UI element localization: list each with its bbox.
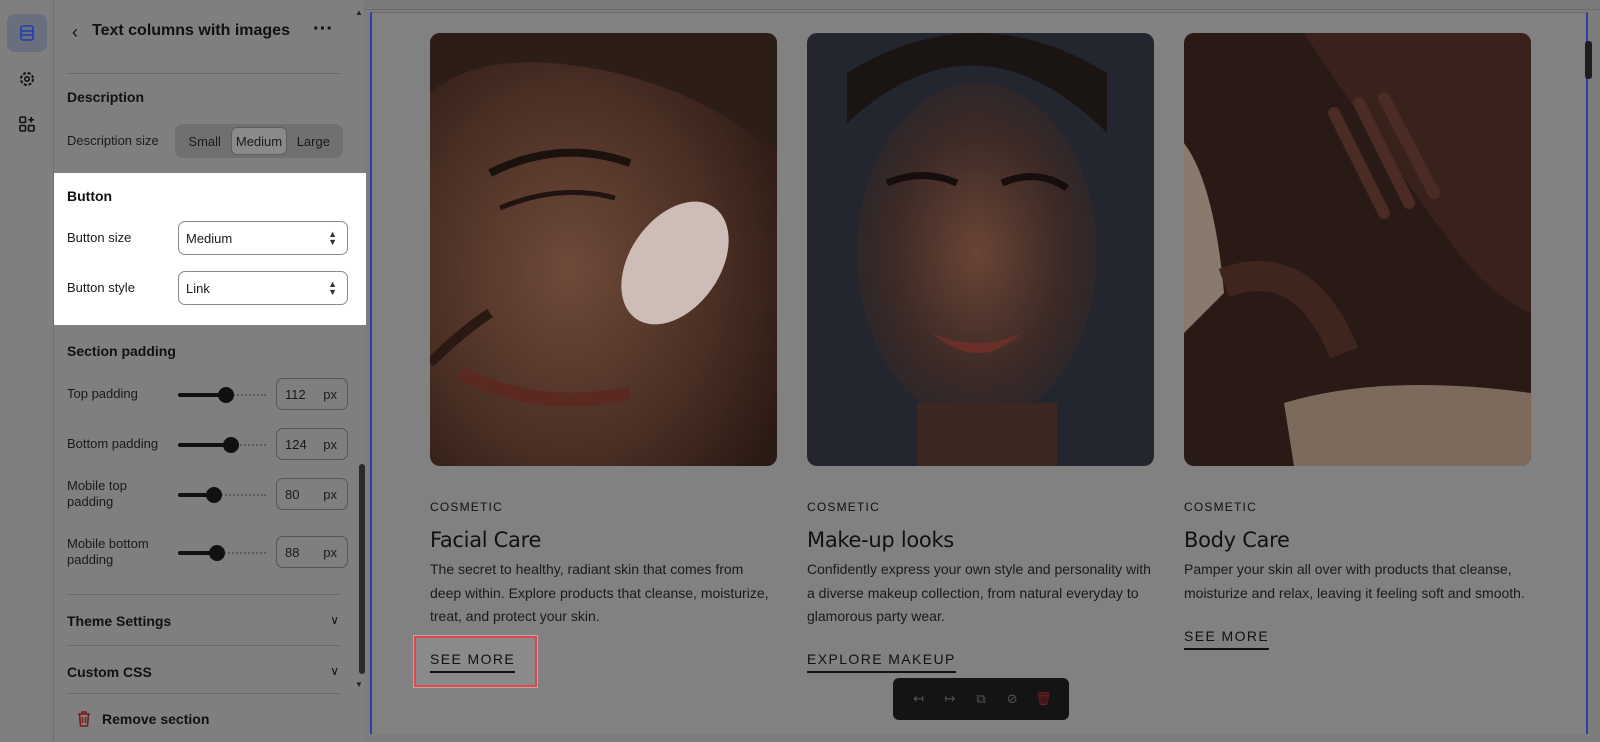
slider-thumb[interactable]: [209, 545, 225, 561]
button-size-select[interactable]: Medium ▲ ▼: [178, 221, 348, 255]
section-toolbar: ↤ ↦ ⧉ ⊘ 🗑: [893, 678, 1069, 720]
mobile-top-padding-input[interactable]: 80 px: [276, 478, 348, 510]
mobile-top-padding-value: 80: [285, 486, 300, 502]
more-options-icon[interactable]: ···: [312, 19, 334, 42]
see-more-link[interactable]: SEE MORE: [430, 651, 516, 673]
button-size-value: Medium: [186, 230, 233, 246]
icon-rail: [0, 0, 54, 742]
column-description: Pamper your skin all over with products …: [1184, 561, 1525, 601]
description-size-segmented: Small Medium Large: [175, 124, 343, 158]
mobile-bottom-padding-slider[interactable]: [178, 545, 266, 561]
scroll-down-arrow-icon[interactable]: ▼: [355, 680, 363, 689]
chevron-down-icon: ∨: [330, 613, 339, 627]
accordion-label: Custom CSS: [67, 664, 152, 680]
scroll-up-arrow-icon[interactable]: ▲: [355, 8, 363, 17]
mobile-top-padding-slider[interactable]: [178, 487, 266, 503]
text-column: COSMETIC Body Care Pamper your skin all …: [1184, 33, 1531, 650]
preview-top-bar: [364, 0, 1600, 10]
bottom-padding-label: Bottom padding: [67, 436, 159, 451]
divider: [66, 594, 340, 595]
divider: [66, 693, 340, 694]
move-down-icon[interactable]: ↦: [940, 689, 960, 709]
layers-icon: [20, 25, 34, 41]
slider-thumb[interactable]: [223, 437, 239, 453]
unit-label: px: [323, 486, 337, 502]
chevron-down-icon: ∨: [330, 664, 339, 678]
size-option-small[interactable]: Small: [178, 127, 231, 155]
bottom-padding-slider[interactable]: [178, 437, 266, 453]
top-padding-value: 112: [285, 386, 306, 402]
facial-care-image: [430, 33, 777, 466]
mobile-bottom-padding-value: 88: [285, 544, 300, 560]
sections-icon[interactable]: [7, 14, 47, 52]
panel-title: Text columns with images: [92, 22, 290, 39]
mobile-bottom-padding-input[interactable]: 88 px: [276, 536, 348, 568]
select-chevron-icon: ▲ ▼: [328, 229, 337, 247]
text-column: COSMETIC Facial Care The secret to healt…: [430, 33, 777, 624]
button-heading: Button: [67, 188, 113, 204]
text-column-cta-wrap: SEE MORE: [430, 33, 777, 673]
see-more-link[interactable]: SEE MORE: [1184, 628, 1270, 650]
top-padding-label: Top padding: [67, 386, 138, 401]
top-padding-input[interactable]: 112 px: [276, 378, 348, 410]
bottom-padding-input[interactable]: 124 px: [276, 428, 348, 460]
column-title: Make-up looks: [807, 528, 954, 552]
button-style-select[interactable]: Link ▲ ▼: [178, 271, 348, 305]
explore-makeup-link[interactable]: EXPLORE MAKEUP: [807, 651, 956, 673]
divider: [66, 645, 340, 646]
delete-icon[interactable]: 🗑: [1033, 689, 1053, 709]
unit-label: px: [323, 544, 337, 560]
unit-label: px: [323, 436, 337, 452]
duplicate-icon[interactable]: ⧉: [971, 689, 991, 709]
custom-css-accordion[interactable]: Custom CSS ∨: [67, 664, 343, 680]
trash-icon: [78, 711, 90, 727]
description-size-label: Description size: [67, 133, 159, 148]
theme-settings-accordion[interactable]: Theme Settings ∨: [67, 613, 343, 629]
divider: [66, 73, 340, 74]
size-option-large[interactable]: Large: [287, 127, 340, 155]
column-eyebrow: COSMETIC: [430, 500, 503, 514]
mobile-top-padding-label: Mobile top padding: [67, 478, 127, 509]
button-style-value: Link: [186, 280, 210, 296]
column-eyebrow: COSMETIC: [1184, 500, 1257, 514]
column-description: Confidently express your own style and p…: [807, 561, 1151, 624]
settings-panel: ‹ Text columns with images ··· Descripti…: [54, 0, 366, 742]
column-eyebrow: COSMETIC: [807, 500, 880, 514]
gear-icon[interactable]: [7, 60, 47, 98]
button-settings-card: Button Button size Medium ▲ ▼ Button styl…: [54, 173, 366, 325]
select-chevron-icon: ▲ ▼: [328, 279, 337, 297]
description-heading: Description: [67, 89, 145, 105]
slider-thumb[interactable]: [218, 387, 234, 403]
size-option-medium[interactable]: Medium: [231, 127, 287, 155]
panel-scrollbar-thumb[interactable]: [359, 464, 365, 674]
make-up-looks-image: [807, 33, 1154, 466]
remove-section-button[interactable]: Remove section: [76, 710, 209, 728]
mobile-bottom-padding-label: Mobile bottom padding: [67, 536, 149, 567]
hide-icon[interactable]: ⊘: [1002, 689, 1022, 709]
bottom-padding-value: 124: [285, 436, 307, 452]
slider-thumb[interactable]: [206, 487, 222, 503]
move-up-icon[interactable]: ↤: [909, 689, 929, 709]
column-title: Facial Care: [430, 528, 542, 552]
preview-scrollbar-thumb[interactable]: [1585, 41, 1592, 79]
remove-section-label: Remove section: [102, 711, 210, 727]
column-title: Body Care: [1184, 528, 1290, 552]
apps-add-icon[interactable]: [7, 105, 47, 143]
button-size-label: Button size: [67, 230, 132, 245]
accordion-label: Theme Settings: [67, 613, 172, 629]
top-padding-slider[interactable]: [178, 387, 266, 403]
back-arrow-icon[interactable]: ‹: [66, 22, 84, 42]
unit-label: px: [323, 386, 337, 402]
text-column: COSMETIC Make-up looks Confidently expre…: [807, 33, 1154, 673]
column-description: The secret to healthy, radiant skin that…: [430, 561, 769, 624]
section-padding-heading: Section padding: [67, 343, 176, 359]
button-style-label: Button style: [67, 280, 135, 295]
body-care-image: [1184, 33, 1531, 466]
